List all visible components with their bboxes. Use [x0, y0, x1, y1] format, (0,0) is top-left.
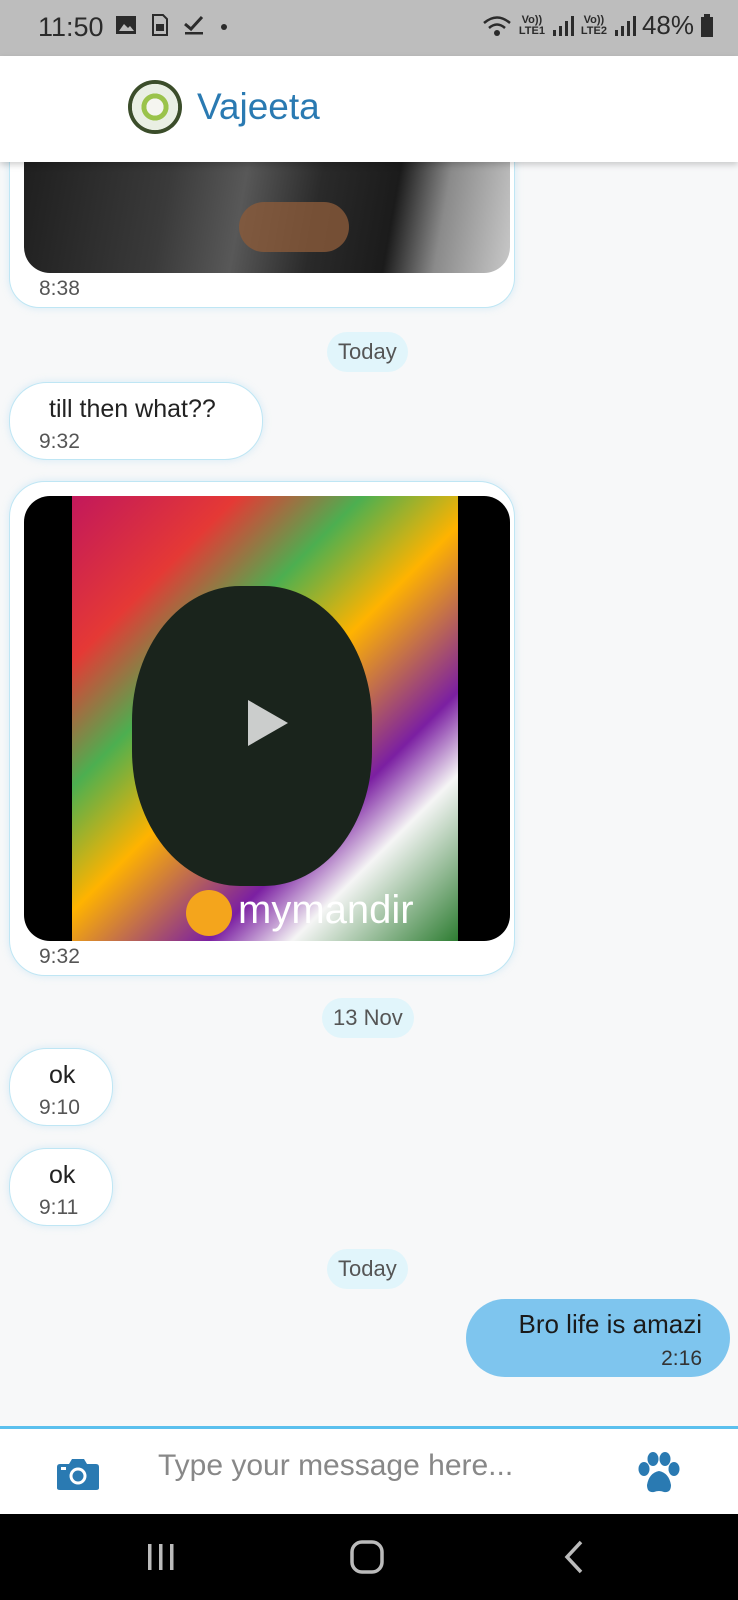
- lte1-label: Vo)) LTE1: [518, 13, 545, 37]
- message-text: ok: [49, 1061, 76, 1089]
- signal-icon: [552, 15, 574, 36]
- video-message-bubble[interactable]: mymandir 9:32: [9, 481, 515, 976]
- message-time: 8:38: [39, 277, 80, 300]
- contact-avatar[interactable]: [128, 80, 182, 134]
- status-time: 11:50: [38, 12, 104, 42]
- battery-percent: 48%: [641, 10, 694, 40]
- message-text: till then what??: [49, 395, 216, 423]
- chat-header: Vajeeta: [0, 56, 738, 162]
- message-composer: Type your message here...: [0, 1426, 738, 1517]
- mymandir-logo-icon: [186, 890, 232, 936]
- image-message-bubble[interactable]: 8:38: [9, 162, 515, 308]
- sim-icon: [152, 14, 168, 36]
- back-icon[interactable]: [562, 1539, 586, 1575]
- status-bar: 11:50 Vo)) LTE1 Vo)) LTE2 48%: [0, 0, 738, 56]
- battery-icon: [701, 13, 713, 37]
- date-separator: Today: [327, 332, 408, 372]
- message-time: 9:32: [39, 430, 80, 453]
- system-navigation-bar: [0, 1514, 738, 1600]
- wifi-icon: [483, 15, 511, 36]
- dot-icon: [221, 24, 227, 30]
- home-icon[interactable]: [349, 1539, 385, 1575]
- signal-icon-2: [614, 15, 636, 36]
- message-text: Bro life is amazi: [518, 1309, 703, 1339]
- outgoing-message-bubble[interactable]: Bro life is amazi 2:16: [466, 1299, 730, 1377]
- date-separator: Today: [327, 1249, 408, 1289]
- message-input[interactable]: Type your message here...: [158, 1449, 513, 1483]
- video-thumbnail[interactable]: mymandir: [24, 496, 510, 941]
- video-watermark: mymandir: [238, 888, 414, 932]
- message-text: ok: [49, 1161, 76, 1189]
- message-time: 9:11: [39, 1196, 79, 1219]
- message-time: 9:32: [39, 945, 80, 968]
- image-thumbnail[interactable]: [24, 162, 510, 273]
- check-icon: [184, 15, 204, 35]
- camera-icon[interactable]: [56, 1457, 100, 1491]
- play-icon[interactable]: [242, 696, 292, 750]
- image-icon: [116, 16, 136, 34]
- contact-name[interactable]: Vajeeta: [197, 86, 320, 128]
- message-time: 2:16: [661, 1347, 702, 1370]
- incoming-message-bubble[interactable]: ok 9:11: [9, 1148, 113, 1226]
- lte2-label: Vo)) LTE2: [580, 13, 607, 37]
- date-separator: 13 Nov: [322, 998, 414, 1038]
- incoming-message-bubble[interactable]: till then what?? 9:32: [9, 382, 263, 460]
- message-time: 9:10: [39, 1096, 80, 1119]
- recent-apps-icon[interactable]: [146, 1542, 176, 1572]
- incoming-message-bubble[interactable]: ok 9:10: [9, 1048, 113, 1126]
- paw-icon[interactable]: [636, 1451, 682, 1495]
- message-list[interactable]: 8:38 Today till then what?? 9:32 mymandi…: [0, 162, 738, 1426]
